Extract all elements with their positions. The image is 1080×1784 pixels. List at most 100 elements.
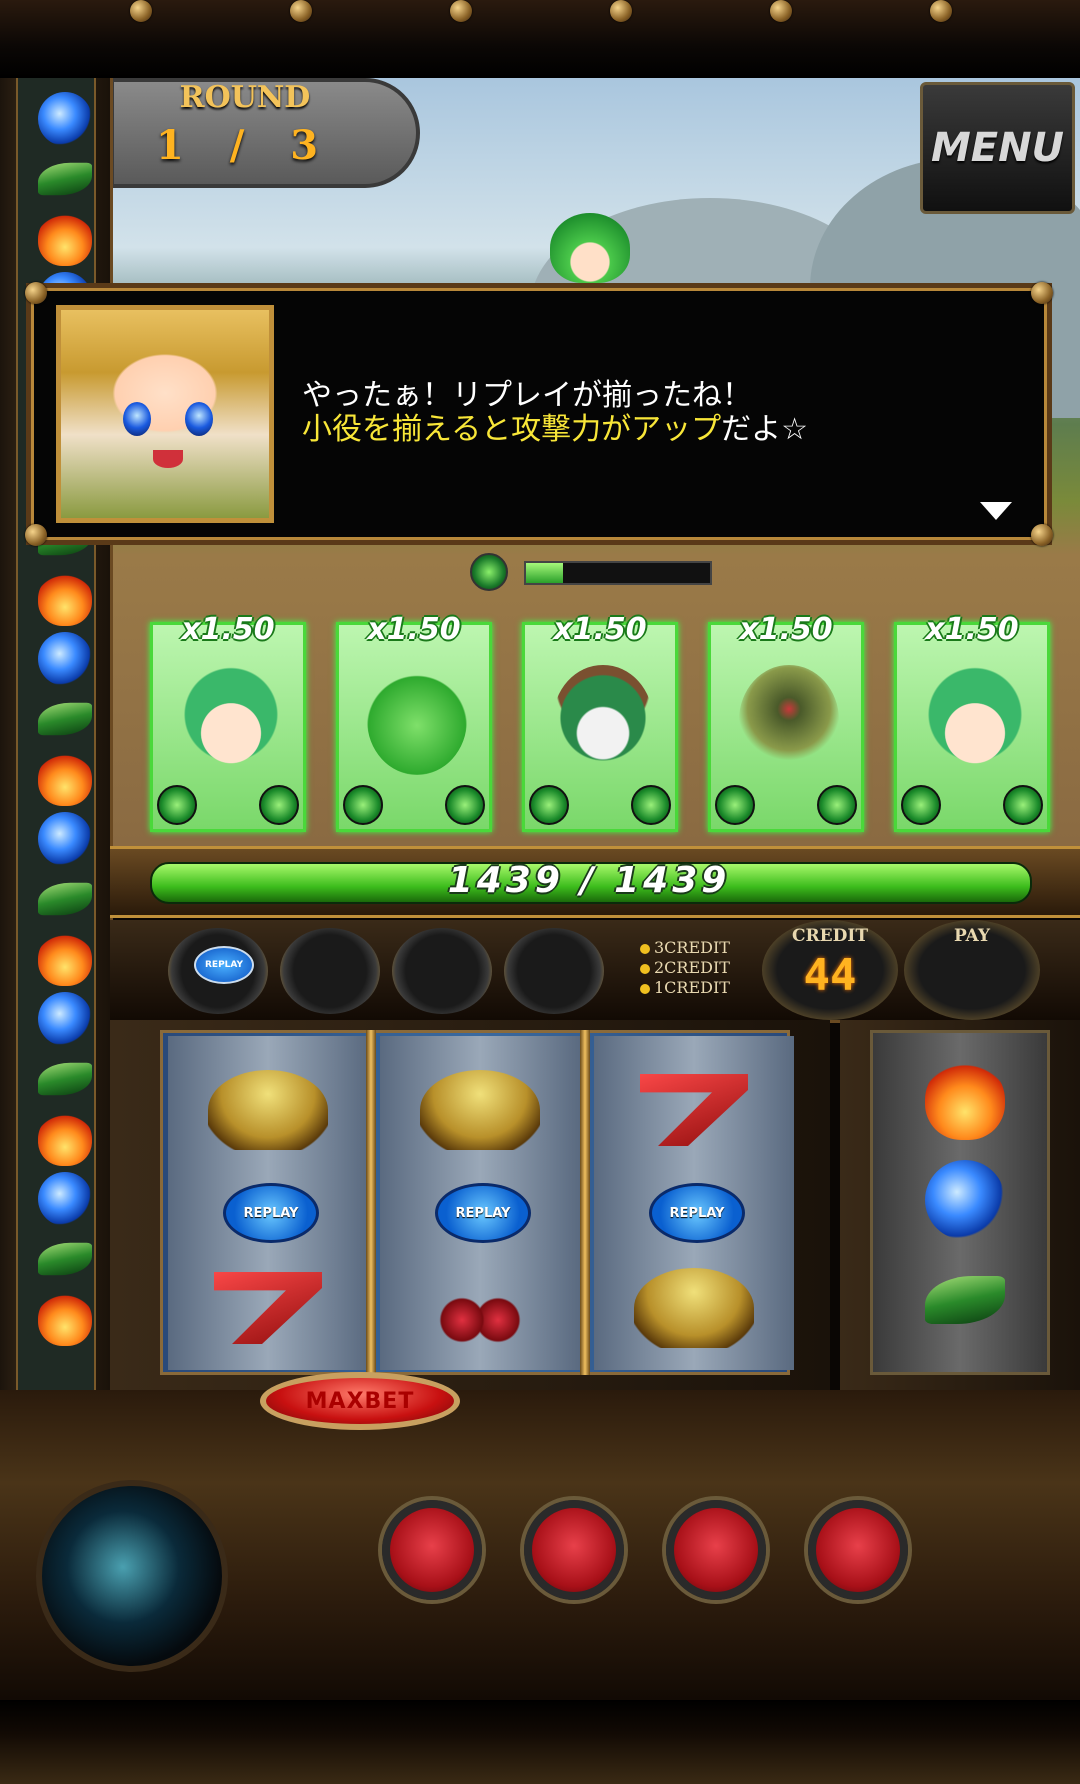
bet-level-2: 2CREDIT — [640, 958, 730, 977]
card-portrait — [553, 665, 653, 775]
leaf-icon — [38, 1062, 92, 1096]
reel-divider — [580, 1030, 590, 1375]
replay-symbol: REPLAY — [649, 1183, 745, 1243]
water-icon — [38, 992, 92, 1046]
bet-lamp — [640, 983, 650, 994]
replay-chip: REPLAY — [194, 946, 254, 984]
bet-lamp — [640, 943, 650, 954]
water-icon — [38, 632, 92, 686]
replay-symbol: REPLAY — [223, 1183, 319, 1243]
party-card[interactable] — [522, 622, 678, 832]
fire-icon — [38, 572, 92, 626]
next-arrow-icon[interactable] — [980, 502, 1012, 520]
water-icon — [38, 812, 92, 866]
fire-icon — [38, 1112, 92, 1166]
fire-icon — [38, 1292, 92, 1346]
party-card[interactable] — [708, 622, 864, 832]
rivet — [25, 282, 47, 304]
bottom-rail — [0, 1700, 1080, 1784]
fire-icon — [38, 752, 92, 806]
card-portrait — [181, 665, 281, 775]
water-icon — [38, 1172, 92, 1226]
bet-lamp — [640, 963, 650, 974]
skill-gauge-fill — [526, 563, 563, 583]
menu-button[interactable]: MENU — [920, 82, 1075, 214]
rivet — [770, 0, 792, 22]
water-icon — [38, 92, 92, 146]
card-portrait — [925, 665, 1025, 775]
round-value: 1 / 3 — [155, 122, 335, 169]
stop-button-2[interactable] — [524, 1500, 624, 1600]
speaker-portrait — [56, 305, 274, 523]
reel-divider — [366, 1030, 376, 1375]
bet-slot-2 — [280, 928, 380, 1014]
card-portrait — [367, 665, 467, 775]
top-rail — [0, 0, 1080, 78]
bell-symbol — [420, 1070, 540, 1150]
dialog-line-2-rest: だよ☆ — [721, 412, 809, 447]
bet-level-label: 2CREDIT — [654, 958, 730, 977]
leaf-skill-icon — [445, 785, 485, 825]
reel-strip-track — [16, 78, 96, 1398]
rivet — [290, 0, 312, 22]
rivet — [130, 0, 152, 22]
party-card[interactable] — [894, 622, 1050, 832]
bet-level-3: 3CREDIT — [640, 938, 730, 957]
leaf-element-icon — [470, 553, 508, 591]
skill-gauge — [524, 561, 712, 585]
portrait-eye — [185, 402, 213, 436]
stop-button-3[interactable] — [666, 1500, 766, 1600]
leaf-skill-icon — [1003, 785, 1043, 825]
maxbet-button[interactable]: MAXBET — [260, 1372, 460, 1430]
hp-text: 1439 / 1439 — [447, 860, 731, 901]
leaf-skill-icon — [817, 785, 857, 825]
credit-value: 44 — [803, 950, 857, 1001]
bet-level-label: 3CREDIT — [654, 938, 730, 957]
portrait-mouth — [153, 450, 183, 468]
leaf-icon — [38, 882, 92, 916]
fire-icon — [38, 932, 92, 986]
leaf-element-icon — [343, 785, 383, 825]
enemy-head — [550, 213, 630, 283]
bell-symbol — [634, 1268, 754, 1348]
water-icon — [925, 1160, 1005, 1240]
leaf-element-icon — [901, 785, 941, 825]
attack-multiplier: x1.50 — [367, 612, 461, 647]
leaf-element-icon — [157, 785, 197, 825]
rivet — [1031, 524, 1053, 546]
replay-symbol: REPLAY — [435, 1183, 531, 1243]
leaf-skill-icon — [259, 785, 299, 825]
dialog-line-2: 小役を揃えると攻撃力がアップだよ☆ — [302, 404, 808, 448]
stop-button-1[interactable] — [382, 1500, 482, 1600]
bet-level-1: 1CREDIT — [640, 978, 730, 997]
attack-multiplier: x1.50 — [553, 612, 647, 647]
fire-icon — [38, 212, 92, 266]
bet-slot-3 — [392, 928, 492, 1014]
attack-multiplier: x1.50 — [739, 612, 833, 647]
bet-slot-4 — [504, 928, 604, 1014]
leaf-icon — [38, 702, 92, 736]
leaf-icon — [38, 1242, 92, 1276]
cherry-symbol — [420, 1268, 540, 1348]
attack-multiplier: x1.50 — [181, 612, 275, 647]
rivet — [450, 0, 472, 22]
bell-symbol — [208, 1070, 328, 1150]
leaf-icon — [38, 162, 92, 196]
dialog-highlight: 小役を揃えると攻撃力がアップ — [302, 412, 722, 447]
round-label: ROUND — [179, 80, 311, 115]
credit-label: CREDIT — [792, 926, 868, 946]
rivet — [1031, 282, 1053, 304]
start-lever[interactable] — [36, 1480, 228, 1672]
fire-icon — [925, 1060, 1005, 1140]
bet-level-label: 1CREDIT — [654, 978, 730, 997]
card-portrait — [739, 665, 839, 775]
rivet — [930, 0, 952, 22]
party-card[interactable] — [336, 622, 492, 832]
left-reel-strip — [0, 78, 113, 1398]
stop-button-4[interactable] — [808, 1500, 908, 1600]
leaf-element-icon — [529, 785, 569, 825]
attack-multiplier: x1.50 — [925, 612, 1019, 647]
rivet — [610, 0, 632, 22]
party-card[interactable] — [150, 622, 306, 832]
pay-label: PAY — [953, 926, 991, 946]
